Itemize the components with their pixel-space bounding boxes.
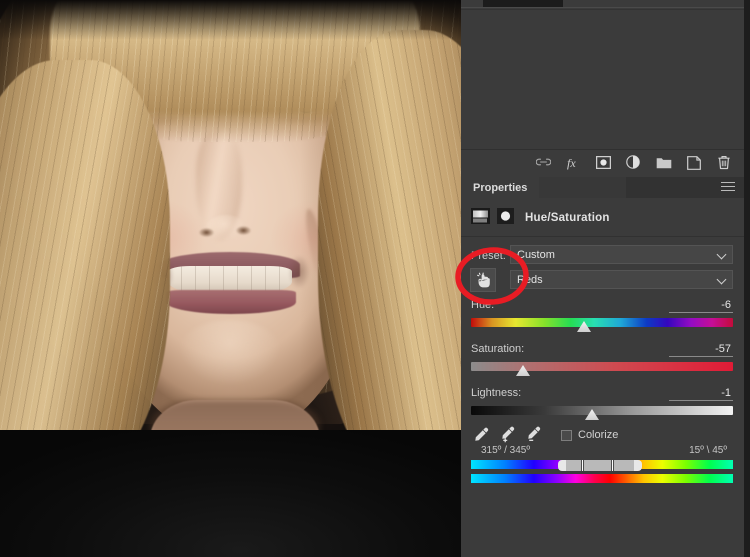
nostril-right	[236, 226, 251, 235]
chevron-down-icon	[718, 251, 726, 259]
tab-properties[interactable]: Properties	[461, 177, 539, 198]
preset-value: Custom	[517, 249, 555, 261]
shoulders-shadow	[0, 430, 461, 557]
lightness-value[interactable]: -1	[691, 387, 731, 399]
targeted-adjustment-tool[interactable]	[470, 268, 496, 292]
range-falloff-end-handle[interactable]	[634, 460, 642, 471]
range-selection-bar[interactable]	[566, 460, 634, 471]
hue-value-underline	[669, 312, 733, 313]
top-vignette	[0, 0, 461, 40]
properties-panel-body: Hue/Saturation Preset: Custom	[461, 198, 744, 535]
layers-panel-toolbar[interactable]: fx	[461, 149, 744, 175]
properties-tab-bar: Properties	[461, 177, 744, 198]
range-left-label: 315º / 345º	[481, 445, 530, 456]
eyedropper-subtract-tool[interactable]	[524, 425, 544, 445]
mouth-corner-right	[288, 255, 310, 289]
range-inner-end-handle[interactable]	[611, 460, 614, 471]
new-group-icon[interactable]	[655, 154, 672, 171]
chevron-down-icon	[718, 276, 726, 284]
chin-highlight	[178, 320, 282, 386]
layers-divider-2	[461, 9, 744, 10]
header-divider	[461, 236, 744, 237]
link-icon[interactable]	[535, 154, 552, 171]
colorize-label: Colorize	[578, 429, 618, 441]
add-layer-mask-icon[interactable]	[595, 154, 612, 171]
layers-panel[interactable]	[461, 0, 744, 149]
preset-select[interactable]: Custom	[510, 245, 733, 264]
hue-label: Hue:	[471, 299, 494, 311]
nostril-left	[199, 228, 214, 237]
preset-label-row: Preset:	[471, 246, 506, 266]
fx-icon[interactable]: fx	[565, 154, 582, 171]
hue-saturation-thumbnail-icon	[471, 208, 490, 229]
eyedropper-tool[interactable]	[472, 425, 492, 445]
panel-column: fx Properties	[461, 0, 750, 557]
window-right-edge	[744, 0, 750, 557]
preset-label: Preset:	[471, 250, 506, 262]
saturation-value-underline	[669, 356, 733, 357]
new-layer-icon[interactable]	[685, 154, 702, 171]
saturation-label: Saturation:	[471, 343, 524, 355]
channel-select[interactable]: Reds	[510, 270, 733, 289]
color-range-bar-bottom	[471, 474, 733, 483]
lower-lip	[166, 290, 296, 314]
range-right-label: 15º \ 45º	[689, 445, 727, 456]
range-inner-start-handle[interactable]	[581, 460, 584, 471]
new-adjustment-layer-icon[interactable]	[625, 154, 642, 171]
hue-value[interactable]: -6	[691, 299, 731, 311]
eyedropper-add-tool[interactable]	[498, 425, 518, 445]
lightness-value-underline	[669, 400, 733, 401]
colorize-checkbox[interactable]	[561, 430, 572, 441]
saturation-value[interactable]: -57	[691, 343, 731, 355]
adjustment-header: Hue/Saturation	[471, 207, 610, 229]
lightness-label: Lightness:	[471, 387, 521, 399]
lightness-slider-track[interactable]	[471, 406, 733, 415]
hue-slider-track[interactable]	[471, 318, 733, 327]
svg-text:fx: fx	[567, 156, 576, 170]
tab-bar-empty-space	[531, 177, 626, 198]
saturation-slider-track[interactable]	[471, 362, 733, 371]
channel-value: Reds	[517, 274, 543, 286]
hamburger-menu-icon[interactable]	[721, 182, 735, 193]
photoshop-window: fx Properties	[0, 0, 750, 557]
image-canvas[interactable]	[0, 0, 461, 557]
layer-thumbnail-sliver	[483, 0, 563, 7]
delete-layer-icon[interactable]	[715, 154, 732, 171]
adjustment-title: Hue/Saturation	[525, 212, 610, 224]
range-falloff-start-handle[interactable]	[558, 460, 566, 471]
properties-panel: Properties	[461, 177, 744, 557]
layer-mask-thumbnail-icon	[497, 208, 514, 229]
layers-divider-1	[461, 7, 744, 8]
